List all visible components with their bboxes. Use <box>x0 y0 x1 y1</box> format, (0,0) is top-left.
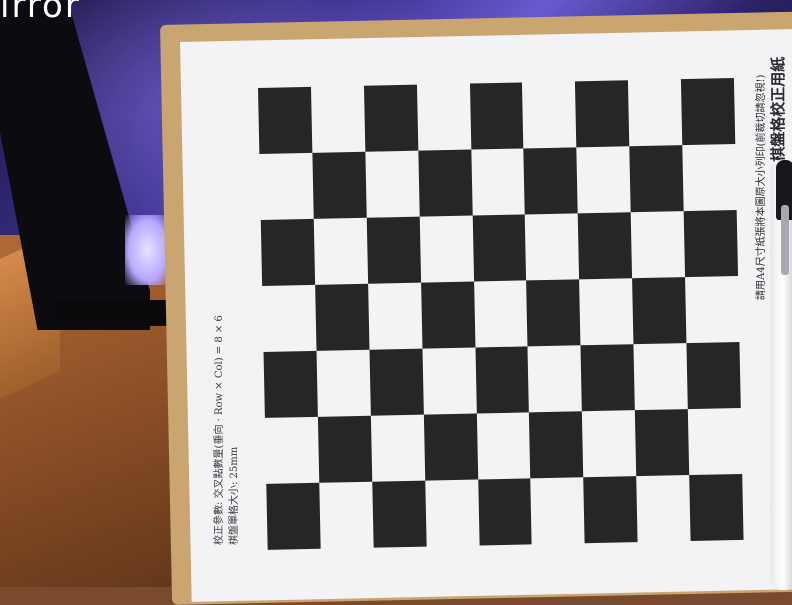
checker-square <box>423 413 478 481</box>
overlay-text: irror <box>0 0 81 26</box>
params-line-1: 校正參數: 交叉點數量(垂向 · Row × Col) = 8 × 6 <box>214 315 225 545</box>
checker-square <box>366 216 421 284</box>
checker-square <box>262 285 316 352</box>
checker-square <box>578 212 633 280</box>
checker-square <box>266 482 321 550</box>
checker-square <box>683 210 739 278</box>
stand-base <box>50 300 180 326</box>
checker-square <box>365 151 419 218</box>
checker-square <box>529 411 584 479</box>
checker-square <box>636 475 690 542</box>
checkerboard-pattern <box>258 78 744 550</box>
checker-square <box>258 86 313 154</box>
checker-square <box>632 277 687 345</box>
checker-square <box>685 276 739 343</box>
checker-square <box>418 149 473 217</box>
checker-square <box>315 283 370 351</box>
checker-square <box>260 218 316 286</box>
checker-square <box>316 350 370 417</box>
checker-square <box>575 80 630 148</box>
checker-square <box>425 479 479 546</box>
checker-square <box>472 214 527 282</box>
checker-square <box>265 417 319 484</box>
checker-square <box>525 213 579 280</box>
checker-square <box>475 346 530 414</box>
checker-square <box>531 477 585 544</box>
paper-params: 校正參數: 交叉點數量(垂向 · Row × Col) = 8 × 6 棋盤單格… <box>210 245 250 545</box>
checker-square <box>263 350 318 418</box>
checker-square <box>577 146 631 213</box>
checker-square <box>417 84 471 151</box>
checker-square <box>474 280 528 347</box>
checker-square <box>689 473 744 542</box>
checker-square <box>317 415 373 483</box>
checker-square <box>634 343 688 410</box>
checker-square <box>682 144 736 211</box>
checker-square <box>420 281 476 349</box>
checker-square <box>628 79 682 146</box>
checker-square <box>477 478 533 546</box>
checker-square <box>528 345 582 412</box>
pen-clip <box>781 205 789 275</box>
checker-square <box>314 218 368 285</box>
checker-square <box>583 476 638 544</box>
checker-square <box>372 480 427 548</box>
checker-square <box>476 412 530 479</box>
checker-square <box>469 82 524 150</box>
checker-square <box>471 148 525 215</box>
checker-square <box>523 147 579 215</box>
checker-square <box>631 211 685 278</box>
params-line-2: 棋盤單格大小: 25mm <box>229 446 240 545</box>
checker-square <box>686 341 741 410</box>
caption-note: 請用A4尺寸紙張將本圖原大小列印(前裁切請忽視!) <box>756 74 767 300</box>
checker-square <box>688 408 742 475</box>
checker-square <box>363 84 419 152</box>
checker-square <box>635 409 690 477</box>
checker-square <box>526 279 581 347</box>
checker-square <box>582 410 636 477</box>
checker-square <box>579 278 633 345</box>
checker-square <box>522 81 576 148</box>
checker-square <box>368 283 422 350</box>
checker-square <box>369 348 424 416</box>
checker-square <box>419 216 473 283</box>
checker-square <box>319 482 373 549</box>
checker-square <box>371 415 425 482</box>
checker-square <box>259 153 313 220</box>
checker-square <box>312 151 367 219</box>
checker-square <box>422 348 476 415</box>
checker-square <box>681 78 736 146</box>
checker-square <box>580 344 636 412</box>
checker-square <box>311 86 365 153</box>
checker-square <box>629 145 684 213</box>
